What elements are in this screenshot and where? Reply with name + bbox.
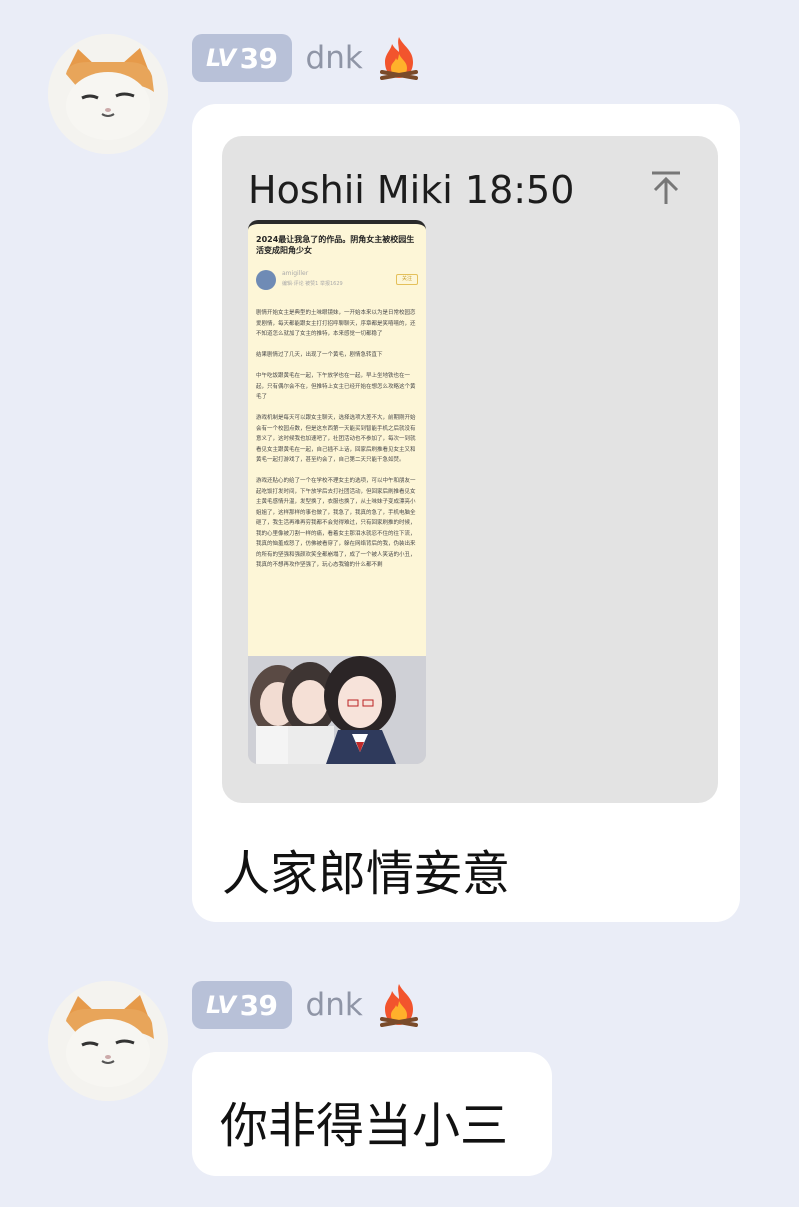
quote-header: Hoshii Miki 18:50 xyxy=(248,168,575,212)
thumb-follow-button: 关注 xyxy=(396,274,418,285)
thumb-author-avatar xyxy=(256,270,276,290)
quoted-image-thumbnail[interactable]: 2024最让我急了的作品。阴角女主被校园生活变成阳角少女 amigiller 编… xyxy=(248,220,426,764)
level-number: 39 xyxy=(239,41,278,75)
message-bubble[interactable]: 你非得当小三 xyxy=(192,1052,552,1176)
fire-icon xyxy=(379,984,418,1027)
username[interactable]: dnk xyxy=(306,987,363,1023)
quoted-message-card[interactable]: Hoshii Miki 18:50 2024最让我急了的作品。阴角女主被校园生活… xyxy=(222,136,718,803)
message-text: 人家郎情妾意 xyxy=(222,846,511,902)
thumb-author-meta: 编辑·评论 被赞1 举报1629 xyxy=(282,281,343,287)
thumb-author-name: amigiller xyxy=(282,270,309,277)
username[interactable]: dnk xyxy=(306,40,363,76)
level-prefix: LV xyxy=(206,991,236,1019)
scroll-to-top-icon[interactable] xyxy=(646,168,686,208)
message-bubble[interactable]: Hoshii Miki 18:50 2024最让我急了的作品。阴角女主被校园生活… xyxy=(192,104,740,922)
level-badge: LV 39 xyxy=(192,34,292,82)
fire-icon xyxy=(379,37,418,80)
thumb-title: 2024最让我急了的作品。阴角女主被校园生活变成阳角少女 xyxy=(256,235,415,255)
message-header: LV 39 dnk xyxy=(192,981,421,1029)
cat-avatar-icon xyxy=(48,34,168,154)
avatar[interactable] xyxy=(48,34,168,154)
cat-avatar-icon xyxy=(48,981,168,1101)
level-number: 39 xyxy=(239,988,278,1022)
thumb-author-row: amigiller 编辑·评论 被赞1 举报1629 关注 xyxy=(256,268,418,294)
level-prefix: LV xyxy=(206,44,236,72)
message-header: LV 39 dnk xyxy=(192,34,421,82)
thumb-body-text: 剧情开始女主是典型的土味眼镜妹，一开始本来以为是日常校园恋爱剧情，每天都能跟女主… xyxy=(256,310,416,568)
message-text: 你非得当小三 xyxy=(220,1098,509,1154)
level-badge: LV 39 xyxy=(192,981,292,1029)
thumb-anime-illustration xyxy=(248,656,426,764)
anime-girls-illustration xyxy=(248,656,426,764)
avatar[interactable] xyxy=(48,981,168,1101)
